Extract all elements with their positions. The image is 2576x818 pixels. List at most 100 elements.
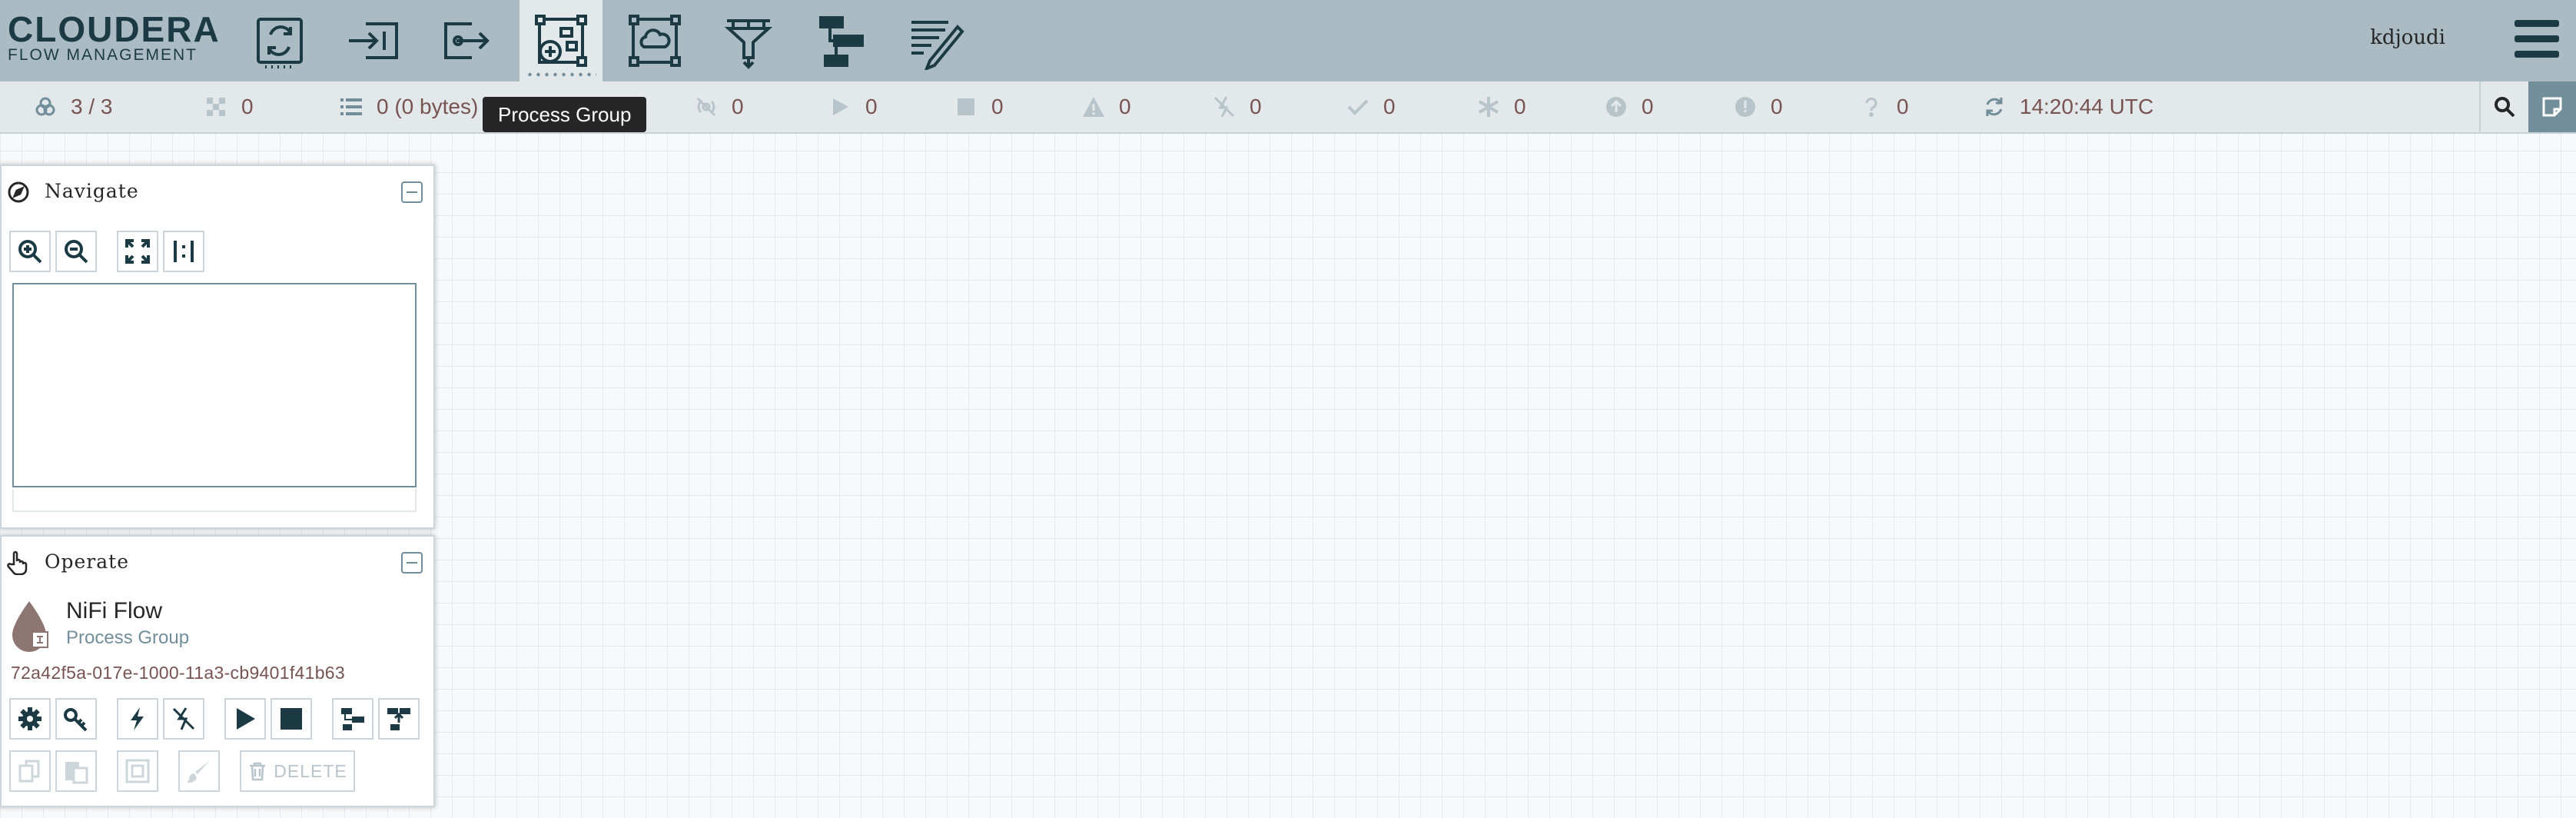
search-button[interactable] xyxy=(2479,81,2528,132)
selection-id: 72a42f5a-017e-1000-11a3-cb9401f41b63 xyxy=(11,663,345,683)
up-to-date-value: 0 xyxy=(1383,95,1396,118)
template-tool[interactable] xyxy=(801,0,884,81)
operate-header: Operate xyxy=(2,537,433,589)
navigate-title: Navigate xyxy=(45,180,139,202)
not-transmitting-value: 0 xyxy=(732,95,744,118)
zoom-in-icon xyxy=(18,240,42,264)
not-transmitting-icon xyxy=(695,95,718,118)
delete-label: DELETE xyxy=(274,760,347,781)
process-group-tool[interactable] xyxy=(520,0,603,81)
warning-icon xyxy=(1082,95,1105,118)
actual-size-icon xyxy=(174,241,194,262)
navigate-header: Navigate xyxy=(2,166,433,218)
navigate-panel: Navigate xyxy=(0,165,435,529)
label-icon xyxy=(911,21,964,70)
stop-icon xyxy=(281,708,302,730)
stop-button[interactable] xyxy=(271,698,312,740)
refresh-time: 14:20:44 UTC xyxy=(2020,95,2154,118)
disabled-icon xyxy=(1213,95,1236,118)
locally-modified-and-stale-value: 0 xyxy=(1771,95,1783,118)
operate-panel: Operate NiFi Flow Process Group 72a42f5a… xyxy=(0,535,435,807)
operate-collapse-button[interactable] xyxy=(401,552,423,574)
funnel-icon xyxy=(724,19,773,69)
output-port-tool[interactable] xyxy=(426,0,509,81)
disable-button[interactable] xyxy=(163,698,204,740)
fit-to-screen-button[interactable] xyxy=(117,231,158,272)
process-group-drop-icon xyxy=(12,601,48,652)
zoom-in-button[interactable] xyxy=(9,231,51,272)
sync-failure-value: 0 xyxy=(1897,95,1909,118)
sticky-note-icon xyxy=(2542,97,2562,117)
label-tool[interactable] xyxy=(895,0,978,81)
input-port-icon xyxy=(349,22,398,59)
configure-button[interactable] xyxy=(9,698,51,740)
check-icon xyxy=(1346,95,1369,118)
remote-process-group-icon xyxy=(629,15,681,67)
processor-icon xyxy=(257,18,303,68)
template-icon xyxy=(819,16,864,67)
status-refresh[interactable]: 14:20:44 UTC xyxy=(1983,81,2153,132)
paste-button[interactable] xyxy=(55,750,97,792)
flow-status-bar: 3 / 3 0 0 (0 bytes) 0 0 0 0 0 0 0 0 0 0 … xyxy=(0,81,2576,134)
running-icon xyxy=(828,95,851,118)
enable-button[interactable] xyxy=(117,698,158,740)
arrow-circle-up-icon xyxy=(1605,95,1628,118)
status-up-to-date: 0 xyxy=(1346,81,1396,132)
threads-icon xyxy=(204,95,227,118)
current-user[interactable]: kdjoudi xyxy=(2370,26,2445,49)
stopped-icon xyxy=(954,95,978,118)
remote-process-group-tool[interactable] xyxy=(613,0,696,81)
queue-list-icon xyxy=(340,95,363,118)
funnel-tool[interactable] xyxy=(707,0,790,81)
group-button[interactable] xyxy=(117,750,158,792)
stale-value: 0 xyxy=(1642,95,1654,118)
copy-button[interactable] xyxy=(9,750,51,792)
invalid-value: 0 xyxy=(1119,95,1131,118)
locally-modified-value: 0 xyxy=(1514,95,1526,118)
zoom-out-icon xyxy=(65,240,88,264)
delete-button[interactable]: DELETE xyxy=(240,750,355,792)
stopped-value: 0 xyxy=(991,95,1004,118)
paint-brush-icon xyxy=(187,760,210,783)
question-icon xyxy=(1860,95,1883,118)
status-connected-nodes: 3 / 3 xyxy=(34,81,112,132)
expand-icon xyxy=(125,239,150,264)
selection-name: NiFi Flow xyxy=(66,598,162,623)
paste-icon xyxy=(65,762,88,784)
create-template-button[interactable] xyxy=(332,698,373,740)
refresh-icon[interactable] xyxy=(1983,95,2006,118)
logo-brand: CLOUDERA xyxy=(8,9,221,49)
change-color-button[interactable] xyxy=(178,750,220,792)
zoom-out-button[interactable] xyxy=(55,231,97,272)
template-create-icon xyxy=(341,708,364,730)
processor-tool[interactable] xyxy=(238,0,321,81)
status-not-transmitting: 0 xyxy=(695,81,744,132)
compass-icon xyxy=(8,181,29,203)
upload-template-button[interactable] xyxy=(378,698,420,740)
cloudera-logo: CLOUDERA FLOW MANAGEMENT xyxy=(8,11,221,65)
navigate-collapse-button[interactable] xyxy=(401,181,423,203)
template-upload-icon xyxy=(387,708,410,730)
access-policies-button[interactable] xyxy=(55,698,97,740)
input-port-tool[interactable] xyxy=(332,0,415,81)
status-active-threads: 0 xyxy=(204,81,254,132)
status-locally-modified: 0 xyxy=(1477,81,1526,132)
tooltip: Process Group xyxy=(483,97,647,132)
actual-size-button[interactable] xyxy=(163,231,204,272)
cluster-icon xyxy=(34,95,57,118)
birdseye-view[interactable] xyxy=(12,283,417,487)
running-value: 0 xyxy=(865,95,878,118)
play-icon xyxy=(237,708,255,730)
lightning-icon xyxy=(131,707,144,730)
active-threads-value: 0 xyxy=(241,95,254,118)
disable-icon xyxy=(172,707,195,730)
birdseye-scrollbar[interactable] xyxy=(12,489,417,512)
trash-icon xyxy=(250,762,266,781)
header-bar: CLOUDERA FLOW MANAGEMENT kdjoudi xyxy=(0,0,2576,81)
search-icon xyxy=(2495,97,2515,118)
bulletin-board-button[interactable] xyxy=(2528,81,2576,132)
copy-icon xyxy=(18,760,40,783)
global-menu-button[interactable] xyxy=(2513,15,2561,63)
status-stale: 0 xyxy=(1605,81,1654,132)
start-button[interactable] xyxy=(224,698,266,740)
